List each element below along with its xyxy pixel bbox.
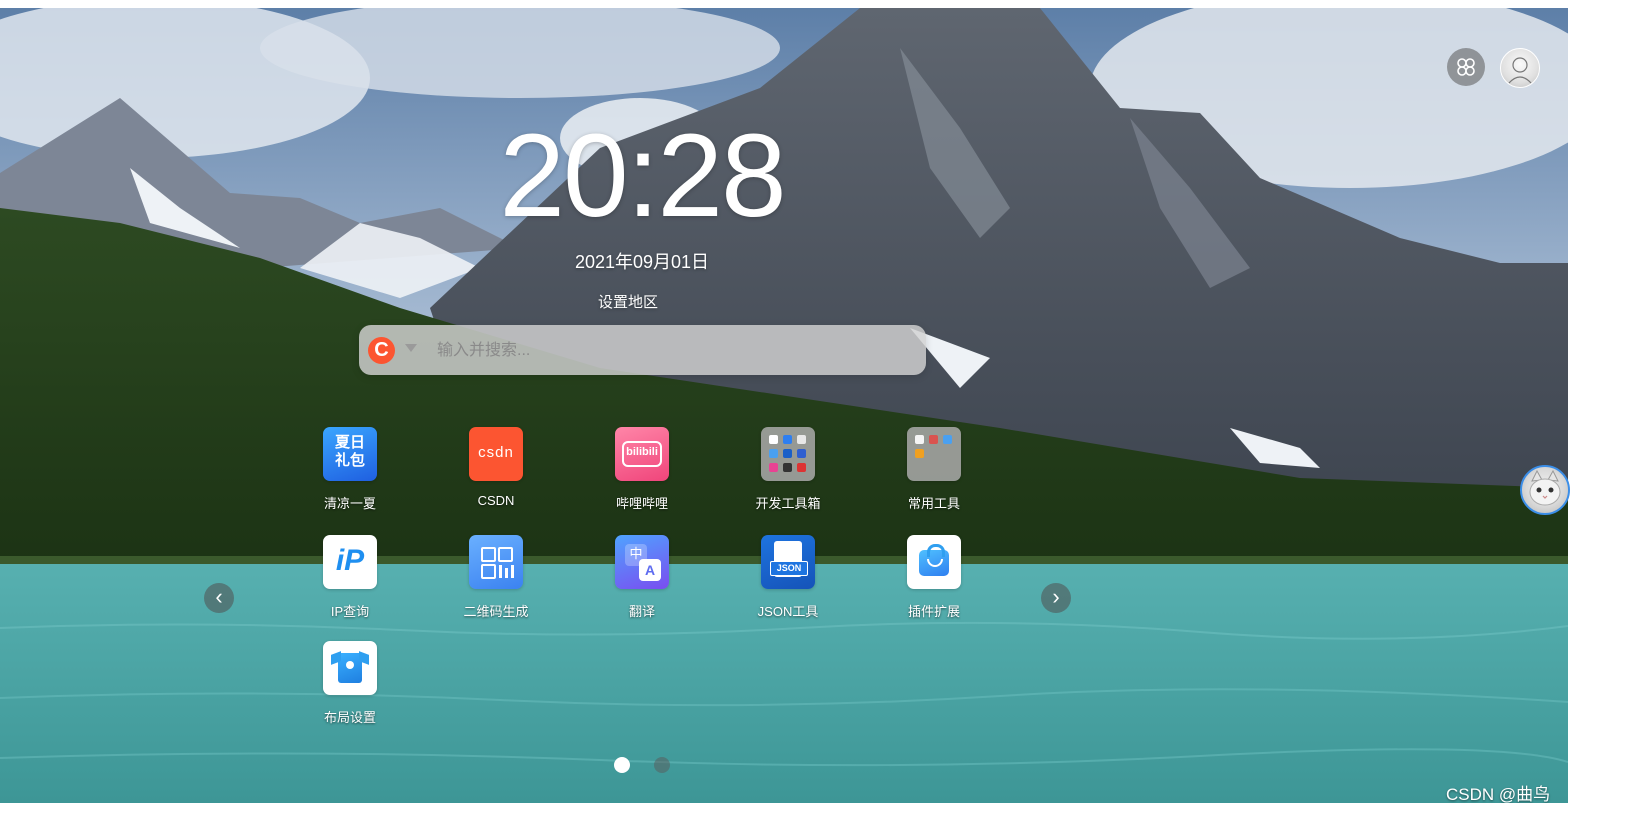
right-frame <box>1568 0 1626 833</box>
app-summer[interactable]: 夏日 礼包 清凉一夏 <box>295 427 405 512</box>
grid-icon <box>1457 58 1475 76</box>
app-bilibili[interactable]: bilibili 哔哩哔哩 <box>587 427 697 512</box>
page-dot-1[interactable] <box>614 757 630 773</box>
app-label: JSON工具 <box>757 604 819 619</box>
cat-face-icon <box>1529 469 1561 506</box>
common-tools-folder-icon <box>907 427 961 481</box>
app-label: IP查询 <box>330 604 370 619</box>
app-label: 哔哩哔哩 <box>615 496 668 511</box>
translate-icon: 中 A <box>615 535 669 589</box>
bottom-frame <box>0 803 1626 833</box>
app-label: 翻译 <box>628 604 655 619</box>
dev-toolbox-folder-icon <box>761 427 815 481</box>
engine-dropdown-caret-icon[interactable] <box>405 344 417 352</box>
prev-page-button[interactable]: ‹ <box>204 583 234 613</box>
bilibili-icon: bilibili <box>615 427 669 481</box>
ip-lookup-icon: iP <box>323 535 377 589</box>
app-label: 布局设置 <box>323 710 376 725</box>
app-csdn[interactable]: csdn CSDN <box>441 427 551 508</box>
app-json-tool[interactable]: JSON JSON工具 <box>733 535 843 620</box>
app-label: 常用工具 <box>907 496 960 511</box>
app-translate[interactable]: 中 A 翻译 <box>587 535 697 620</box>
app-label: 插件扩展 <box>907 604 960 619</box>
search-engine-csdn-icon[interactable]: C <box>368 337 395 364</box>
set-region-link[interactable]: 设置地区 <box>0 291 1256 312</box>
app-qrcode[interactable]: 二维码生成 <box>441 535 551 620</box>
app-label: CSDN <box>477 493 515 508</box>
clock-time: 20:28 <box>499 110 786 242</box>
apps-menu-button[interactable] <box>1447 48 1485 86</box>
search-input[interactable] <box>435 337 909 365</box>
avatar-sketch-icon <box>1508 57 1532 84</box>
watermark-text: CSDN @曲鸟 <box>1446 785 1551 803</box>
top-frame <box>0 0 1626 8</box>
json-tool-icon: JSON <box>761 535 815 589</box>
clock-date: 2021年09月01日 <box>574 252 710 272</box>
app-label: 清凉一夏 <box>323 496 376 511</box>
plugin-bag-icon <box>907 535 961 589</box>
summer-gift-icon: 夏日 礼包 <box>323 427 377 481</box>
floating-cat-avatar[interactable] <box>1520 465 1570 515</box>
app-label: 开发工具箱 <box>755 496 821 511</box>
page-dot-2[interactable] <box>654 757 670 773</box>
qrcode-icon <box>469 535 523 589</box>
search-bar: C <box>359 325 926 375</box>
user-avatar[interactable] <box>1500 48 1540 88</box>
app-label: 二维码生成 <box>463 604 529 619</box>
csdn-icon: csdn <box>469 427 523 481</box>
app-layout-settings[interactable]: 布局设置 <box>295 641 405 726</box>
app-plugins[interactable]: 插件扩展 <box>879 535 989 620</box>
next-page-button[interactable]: › <box>1041 583 1071 613</box>
layout-shirt-icon <box>323 641 377 695</box>
app-common-tools[interactable]: 常用工具 <box>879 427 989 512</box>
app-dev-toolbox[interactable]: 开发工具箱 <box>733 427 843 512</box>
wallpaper: 20:28 2021年09月01日 设置地区 C 夏日礼包 清凉一夏 csdn … <box>0 8 1568 803</box>
app-ip-lookup[interactable]: iP IP查询 <box>295 535 405 620</box>
